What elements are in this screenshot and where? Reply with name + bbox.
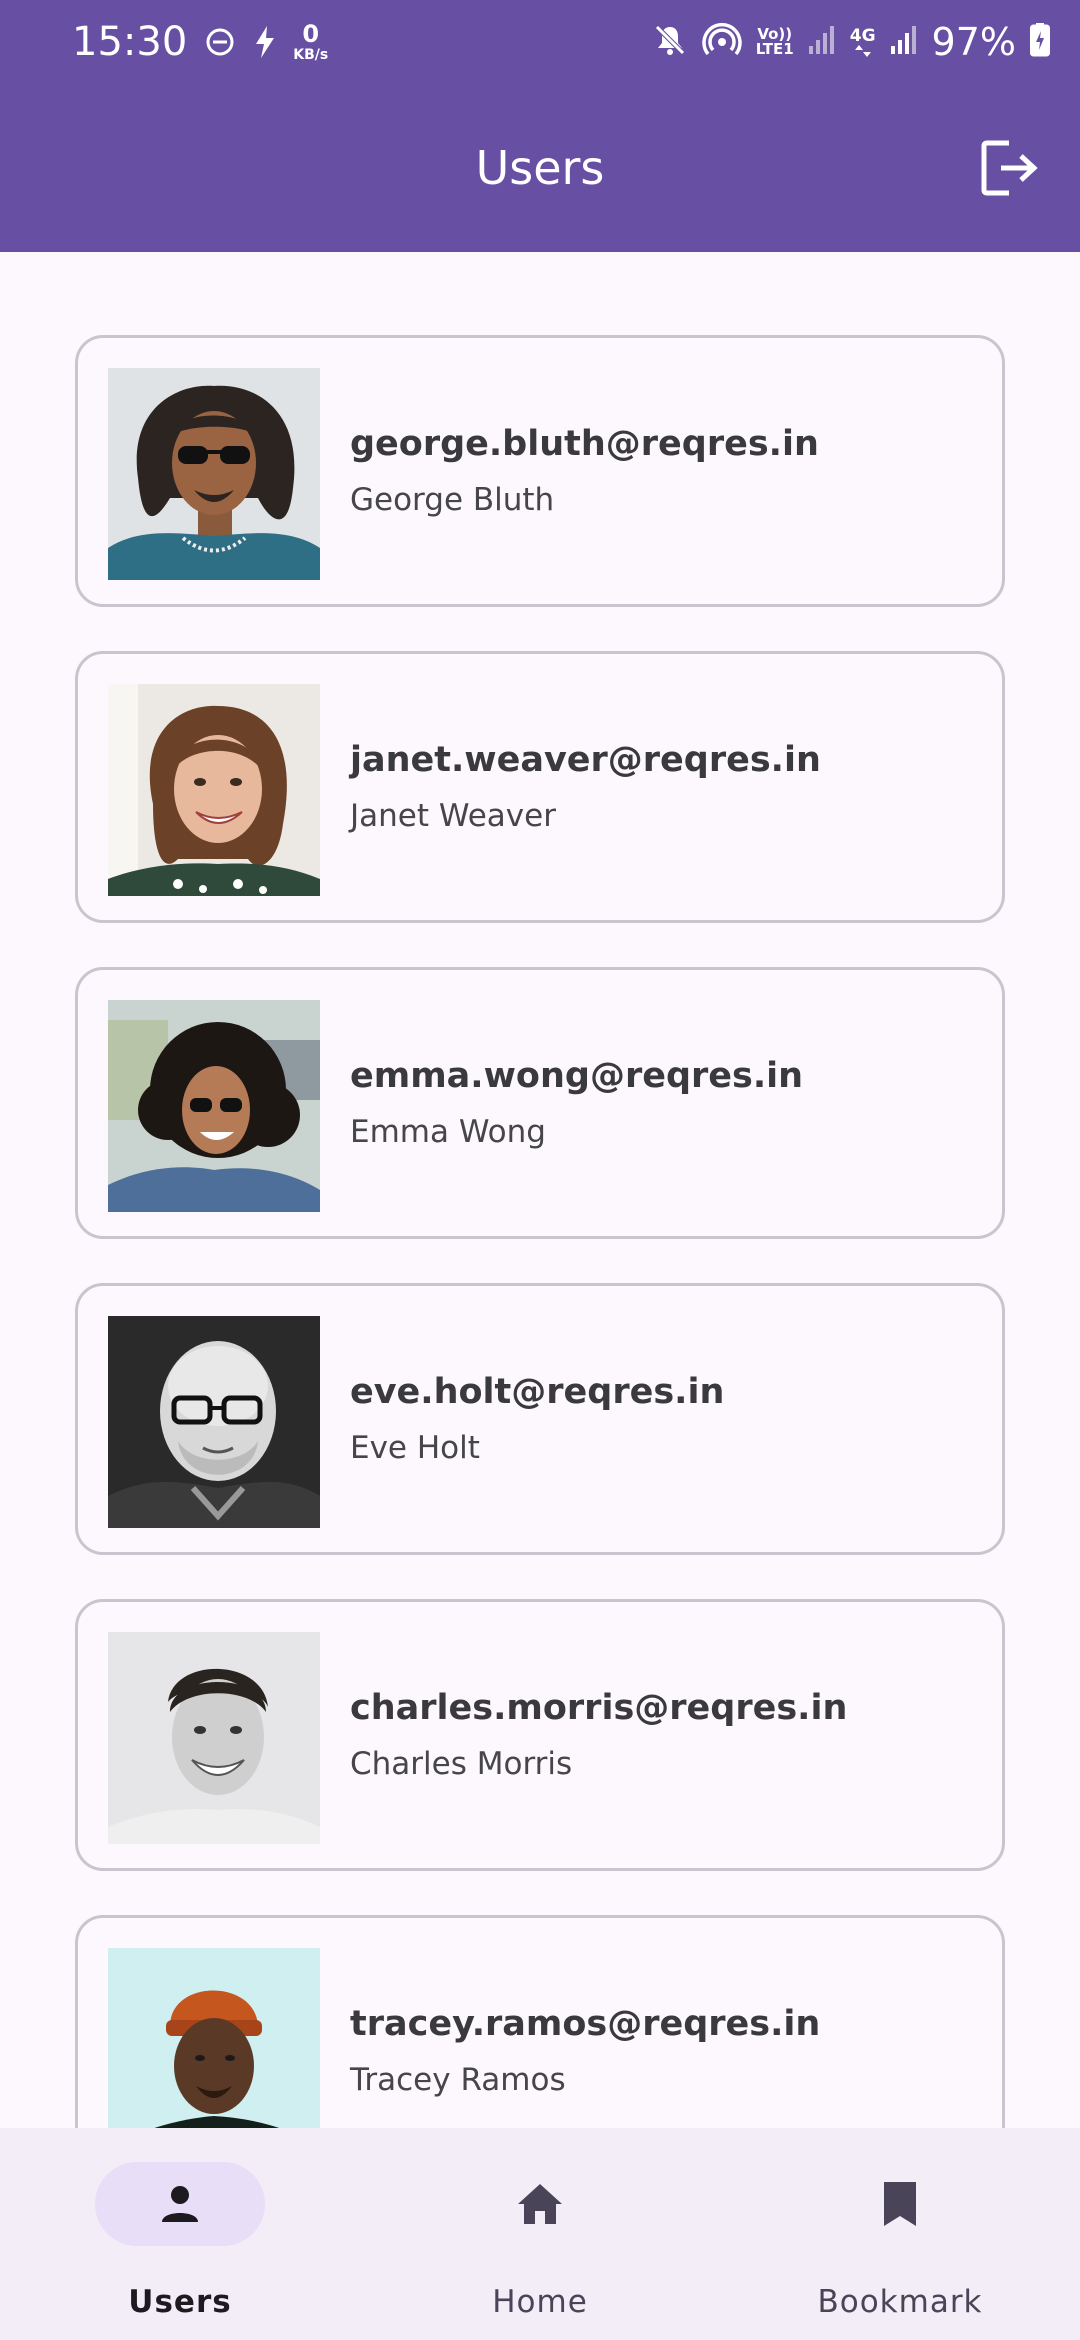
user-info: charles.morris@reqres.in Charles Morris [350,1602,847,1868]
user-email: emma.wong@reqres.in [350,1056,804,1096]
bottom-navigation: Users Home Bookmark [0,2128,1080,2340]
status-clock: 15:30 [72,19,188,65]
user-avatar [108,1632,320,1844]
nav-label-users: Users [128,2284,232,2320]
user-name: Eve Holt [350,1430,480,1466]
volte-indicator: Vo)) LTE1 [756,27,794,57]
user-card[interactable]: charles.morris@reqres.in Charles Morris [75,1599,1005,1871]
data-arrows-icon [854,44,871,57]
user-name: Janet Weaver [350,798,556,834]
logout-button[interactable] [970,128,1050,208]
mute-icon [652,22,688,62]
network-speed-unit: KB/s [293,47,329,63]
user-avatar [108,368,320,580]
user-info: george.bluth@reqres.in George Bluth [350,338,819,604]
home-icon [518,2184,562,2224]
user-card[interactable]: emma.wong@reqres.in Emma Wong [75,967,1005,1239]
user-info: emma.wong@reqres.in Emma Wong [350,970,803,1236]
volte-bottom: LTE1 [755,40,794,58]
nav-label-bookmark: Bookmark [817,2284,983,2320]
user-card[interactable]: janet.weaver@reqres.in Janet Weaver [75,651,1005,923]
status-right: Vo)) LTE1 4G 97% [638,16,1050,68]
user-info: tracey.ramos@reqres.in Tracey Ramos [350,1918,820,2128]
user-avatar [108,1000,320,1212]
charging-bolt-icon [253,25,277,59]
nav-label-home: Home [492,2284,588,2320]
top-app-bar: Users [0,84,1080,252]
user-email: janet.weaver@reqres.in [350,740,821,780]
user-info: janet.weaver@reqres.in Janet Weaver [350,654,821,920]
person-icon [162,2186,198,2222]
user-avatar [108,1316,320,1528]
user-name: Emma Wong [350,1114,546,1150]
signal-icon [808,24,836,60]
status-left: 15:30 0 KB/s [72,16,328,68]
user-email: charles.morris@reqres.in [350,1688,848,1728]
battery-icon [1030,23,1050,61]
nav-item-users[interactable]: Users [0,2128,360,2340]
status-bar: 15:30 0 KB/s Vo)) LTE1 4G 97% [0,0,1080,84]
hotspot-icon [702,22,742,62]
dnd-icon [205,27,235,57]
battery-percent: 97% [931,20,1016,64]
nav-item-bookmark[interactable]: Bookmark [720,2128,1080,2340]
active-indicator [95,2162,265,2246]
bookmark-icon [884,2182,916,2226]
network-speed: 0 KB/s [293,22,328,62]
user-name: Charles Morris [350,1746,573,1782]
user-avatar [108,684,320,896]
nav-item-home[interactable]: Home [360,2128,720,2340]
user-email: tracey.ramos@reqres.in [350,2004,821,2044]
nav-icon-container [455,2162,625,2246]
nav-icon-container [815,2162,985,2246]
logout-icon [981,140,1038,196]
network-speed-value: 0 [302,20,320,48]
user-email: eve.holt@reqres.in [350,1372,725,1412]
network-type: 4G [849,25,876,57]
user-name: Tracey Ramos [350,2062,566,2098]
user-info: eve.holt@reqres.in Eve Holt [350,1286,724,1552]
signal-icon-2 [890,24,918,60]
user-card[interactable]: george.bluth@reqres.in George Bluth [75,335,1005,607]
user-card[interactable]: eve.holt@reqres.in Eve Holt [75,1283,1005,1555]
user-list[interactable]: george.bluth@reqres.in George Bluth jane… [0,252,1080,2128]
user-avatar [108,1948,320,2128]
page-title: Users [475,141,605,195]
network-type-label: 4G [849,25,876,46]
user-name: George Bluth [350,482,555,518]
user-card[interactable]: tracey.ramos@reqres.in Tracey Ramos [75,1915,1005,2128]
user-email: george.bluth@reqres.in [350,424,819,464]
